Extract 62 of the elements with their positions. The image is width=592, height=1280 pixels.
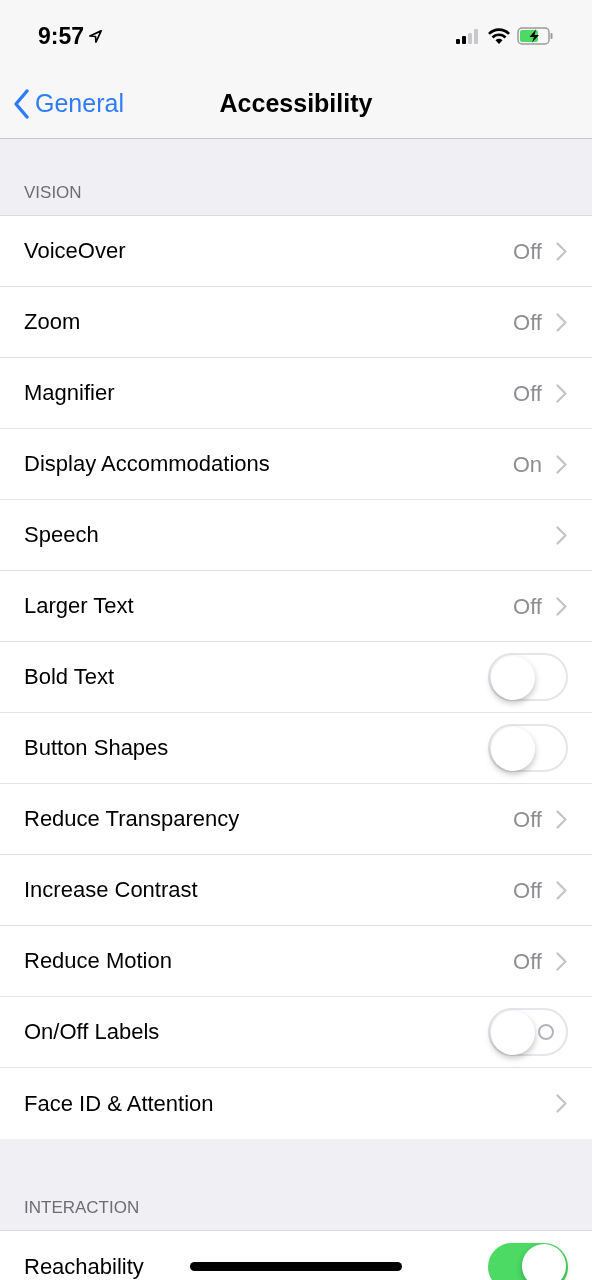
row-value: On: [512, 450, 542, 479]
row-value: Off: [513, 876, 542, 905]
row-label: Display Accommodations: [24, 452, 270, 476]
row-value: Off: [513, 308, 542, 337]
chevron-right-icon: [556, 525, 567, 545]
section-header: INTERACTION: [24, 1196, 140, 1219]
toggle-switch[interactable]: [488, 1242, 568, 1280]
settings-row[interactable]: VoiceOver Off: [0, 216, 592, 287]
chevron-left-icon: [13, 89, 29, 119]
toggle-knob: [491, 1011, 535, 1055]
settings-row[interactable]: Magnifier Off: [0, 358, 592, 429]
row-value: Off: [513, 237, 542, 266]
settings-row[interactable]: Reduce Motion Off: [0, 926, 592, 997]
settings-row[interactable]: Button Shapes: [0, 713, 592, 784]
toggle-knob: [522, 1243, 566, 1280]
settings-row[interactable]: Increase Contrast Off: [0, 855, 592, 926]
row-label: Reachability: [24, 1254, 144, 1279]
toggle-switch[interactable]: [488, 724, 568, 772]
row-value: Off: [513, 379, 542, 408]
back-button[interactable]: General: [0, 85, 124, 123]
row-label: Button Shapes: [24, 736, 169, 760]
wifi-icon: [487, 27, 511, 45]
settings-row[interactable]: Reachability: [0, 1231, 592, 1280]
row-label: Increase Contrast: [24, 878, 198, 902]
section-header: VISION: [24, 181, 82, 204]
toggle-switch[interactable]: [488, 653, 568, 701]
toggle-knob: [491, 656, 535, 700]
row-value: Off: [513, 805, 542, 834]
chevron-right-icon: [556, 809, 567, 829]
row-label: On/Off Labels: [24, 1020, 160, 1044]
row-label: Bold Text: [24, 665, 115, 689]
row-label: Speech: [24, 523, 99, 547]
settings-row[interactable]: On/Off Labels: [0, 997, 592, 1068]
chevron-right-icon: [556, 880, 567, 900]
chevron-right-icon: [556, 1094, 567, 1113]
settings-row[interactable]: Larger Text Off: [0, 571, 592, 642]
chevron-right-icon: [556, 241, 567, 261]
battery-charging-icon: [517, 27, 554, 45]
settings-row[interactable]: Face ID & Attention: [0, 1068, 592, 1139]
settings-row[interactable]: Reduce Transparency Off: [0, 784, 592, 855]
row-label: Zoom: [24, 310, 81, 334]
chevron-right-icon: [556, 596, 567, 616]
chevron-right-icon: [556, 454, 567, 474]
page-title: Accessibility: [219, 88, 373, 120]
row-label: Larger Text: [24, 594, 134, 618]
row-label: Magnifier: [24, 381, 115, 405]
settings-row[interactable]: Bold Text: [0, 642, 592, 713]
settings-row[interactable]: Display Accommodations On: [0, 429, 592, 500]
chevron-right-icon: [556, 951, 567, 971]
row-label: Reduce Transparency: [24, 807, 240, 831]
toggle-switch[interactable]: [488, 1008, 568, 1056]
settings-row[interactable]: Speech: [0, 500, 592, 571]
toggle-knob: [491, 727, 535, 771]
chevron-right-icon: [556, 383, 567, 403]
row-value: Off: [513, 947, 542, 976]
row-label: Reduce Motion: [24, 949, 172, 973]
chevron-right-icon: [556, 312, 567, 332]
status-time: 9:57: [38, 21, 85, 51]
row-value: Off: [513, 592, 542, 621]
settings-row[interactable]: Zoom Off: [0, 287, 592, 358]
row-label: Face ID & Attention: [24, 1091, 214, 1116]
row-label: VoiceOver: [24, 239, 126, 263]
